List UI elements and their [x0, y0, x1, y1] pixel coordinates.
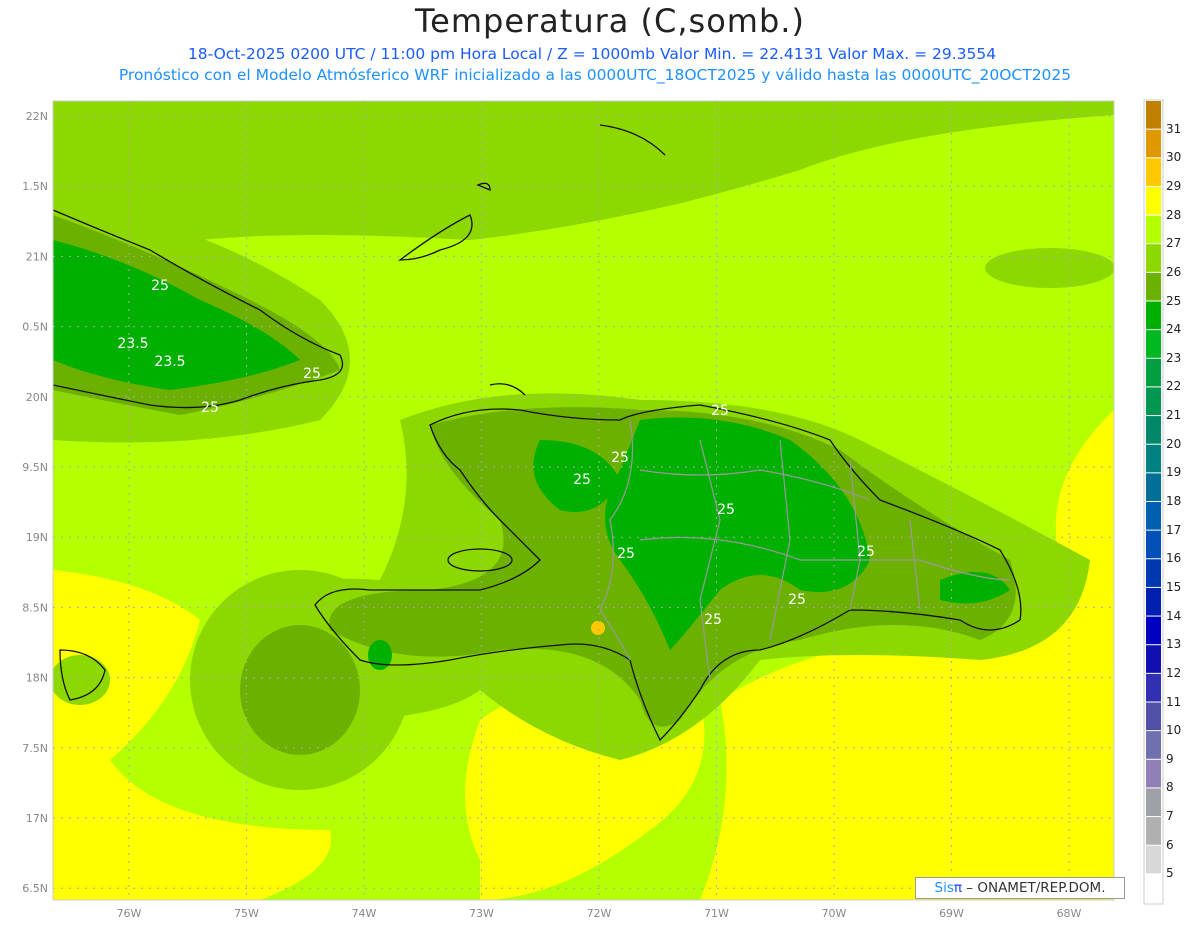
- colorbar-label: 29: [1166, 178, 1182, 193]
- colorbar-swatch: [1146, 186, 1161, 215]
- contour-label: 25: [711, 403, 729, 419]
- contour-label: 25: [857, 544, 875, 560]
- colorbar-label: 9: [1166, 751, 1174, 766]
- colorbar-label: 18: [1166, 494, 1182, 508]
- colorbar-label: 23: [1166, 350, 1182, 365]
- colorbar-label: 30: [1166, 150, 1182, 165]
- colorbar-label: 10: [1166, 723, 1182, 738]
- contour-label: 25: [617, 546, 635, 562]
- contour-label: 25: [704, 612, 722, 628]
- colorbar-label: 13: [1166, 637, 1182, 652]
- colorbar-swatch: [1146, 444, 1161, 473]
- lat-label: 8.5N: [22, 601, 48, 614]
- colorbar: [1143, 99, 1164, 905]
- lat-label: 17N: [26, 812, 48, 825]
- colorbar-swatch: [1146, 244, 1161, 272]
- colorbar-label: 8: [1166, 780, 1174, 795]
- colorbar-swatch: [1146, 788, 1161, 817]
- contour-label: 25: [611, 450, 629, 466]
- colorbar-swatch: [1146, 702, 1161, 731]
- colorbar-swatch: [1146, 530, 1161, 559]
- colorbar-swatch: [1146, 502, 1161, 530]
- lat-label: 21N: [26, 250, 48, 263]
- colorbar-swatch: [1146, 129, 1161, 158]
- credit-pi: π: [953, 880, 963, 896]
- lon-label: 69W: [939, 907, 964, 920]
- colorbar-label: 17: [1166, 522, 1182, 537]
- colorbar-swatch: [1146, 215, 1161, 244]
- colorbar-label: 31: [1166, 121, 1182, 136]
- colorbar-label: 28: [1166, 207, 1182, 222]
- lon-label: 74W: [352, 907, 377, 920]
- colorbar-swatch: [1146, 559, 1161, 587]
- contour-label: 25: [573, 472, 591, 488]
- lat-label: 1.5N: [22, 180, 48, 193]
- colorbar-swatch: [1146, 158, 1161, 186]
- credit-sis: Sis: [934, 880, 954, 896]
- colorbar-label: 22: [1166, 379, 1182, 394]
- colorbar-label: 11: [1166, 694, 1182, 709]
- colorbar-label: 15: [1166, 579, 1182, 594]
- contour-label: 23.5: [117, 336, 148, 352]
- colorbar-swatch: [1146, 587, 1161, 616]
- contour-label: 25: [303, 366, 321, 382]
- colorbar-swatch: [1146, 101, 1161, 129]
- colorbar-label: 24: [1166, 322, 1182, 337]
- colorbar-swatch: [1146, 272, 1161, 301]
- contour-label: 25: [717, 502, 735, 518]
- lat-label: 0.5N: [22, 321, 48, 334]
- colorbar-swatch: [1146, 473, 1161, 501]
- lon-label: 70W: [822, 907, 847, 920]
- colorbar-swatch: [1146, 817, 1161, 845]
- lat-label: 20N: [26, 391, 48, 404]
- colorbar-swatch: [1146, 416, 1161, 444]
- colorbar-swatch: [1146, 645, 1161, 673]
- colorbar-label: 5: [1166, 866, 1174, 881]
- credit-text: – ONAMET/REP.DOM.: [962, 880, 1106, 896]
- colorbar-label: 26: [1166, 264, 1182, 279]
- lat-label: 9.5N: [22, 461, 48, 474]
- colorbar-swatch: [1146, 759, 1161, 788]
- lon-label: 68W: [1057, 907, 1082, 920]
- map-subtitle-time: 18-Oct-2025 0200 UTC / 11:00 pm Hora Loc…: [187, 45, 997, 63]
- contour-label: 25: [151, 278, 169, 294]
- contour-label: 25: [201, 400, 219, 416]
- colorbar-swatch: [1146, 387, 1161, 416]
- lon-label: 73W: [469, 907, 494, 920]
- map-subtitle-model: Pronóstico con el Modelo Atmósferico WRF…: [118, 66, 1072, 84]
- map-title: Temperatura (C,somb.): [415, 2, 805, 40]
- lat-label: 18N: [26, 672, 48, 685]
- colorbar-label: 14: [1166, 608, 1182, 623]
- temperature-field: 25 23.5 23.5 25 25 25 25 25 25 25 25 25 25: [53, 101, 1114, 900]
- colorbar-label: 7: [1166, 809, 1174, 824]
- colorbar-label: 27: [1166, 236, 1182, 251]
- colorbar-swatch: [1146, 330, 1161, 358]
- lon-label: 72W: [587, 907, 612, 920]
- colorbar-label: 16: [1166, 551, 1182, 566]
- colorbar-swatch: [1146, 874, 1161, 902]
- temperature-map: 25 23.5 23.5 25 25 25 25 25 25 25 25 25 25 22N 1.5N 21…: [22, 99, 1164, 920]
- lon-label: 76W: [117, 907, 142, 920]
- colorbar-label: 12: [1166, 665, 1182, 680]
- lon-label: 75W: [234, 907, 259, 920]
- colorbar-swatch: [1146, 616, 1161, 645]
- lat-label: 22N: [26, 110, 48, 123]
- colorbar-label: 20: [1166, 436, 1182, 451]
- lon-label: 71W: [704, 907, 729, 920]
- colorbar-swatch: [1146, 845, 1161, 874]
- colorbar-label: 19: [1166, 465, 1182, 480]
- colorbar-swatch: [1146, 358, 1161, 387]
- colorbar-swatch: [1146, 731, 1161, 759]
- lat-label: 19N: [26, 531, 48, 544]
- credit-box: Sisπ – ONAMET/REP.DOM.: [915, 877, 1125, 899]
- colorbar-label: 25: [1166, 293, 1182, 308]
- lat-label: 7.5N: [22, 742, 48, 755]
- colorbar-label: 6: [1166, 837, 1174, 852]
- colorbar-label: 21: [1166, 408, 1182, 423]
- colorbar-swatch: [1146, 673, 1161, 702]
- lat-label: 6.5N: [22, 882, 48, 895]
- contour-label: 23.5: [154, 354, 185, 370]
- contour-label: 25: [788, 592, 806, 608]
- colorbar-swatch: [1146, 301, 1161, 330]
